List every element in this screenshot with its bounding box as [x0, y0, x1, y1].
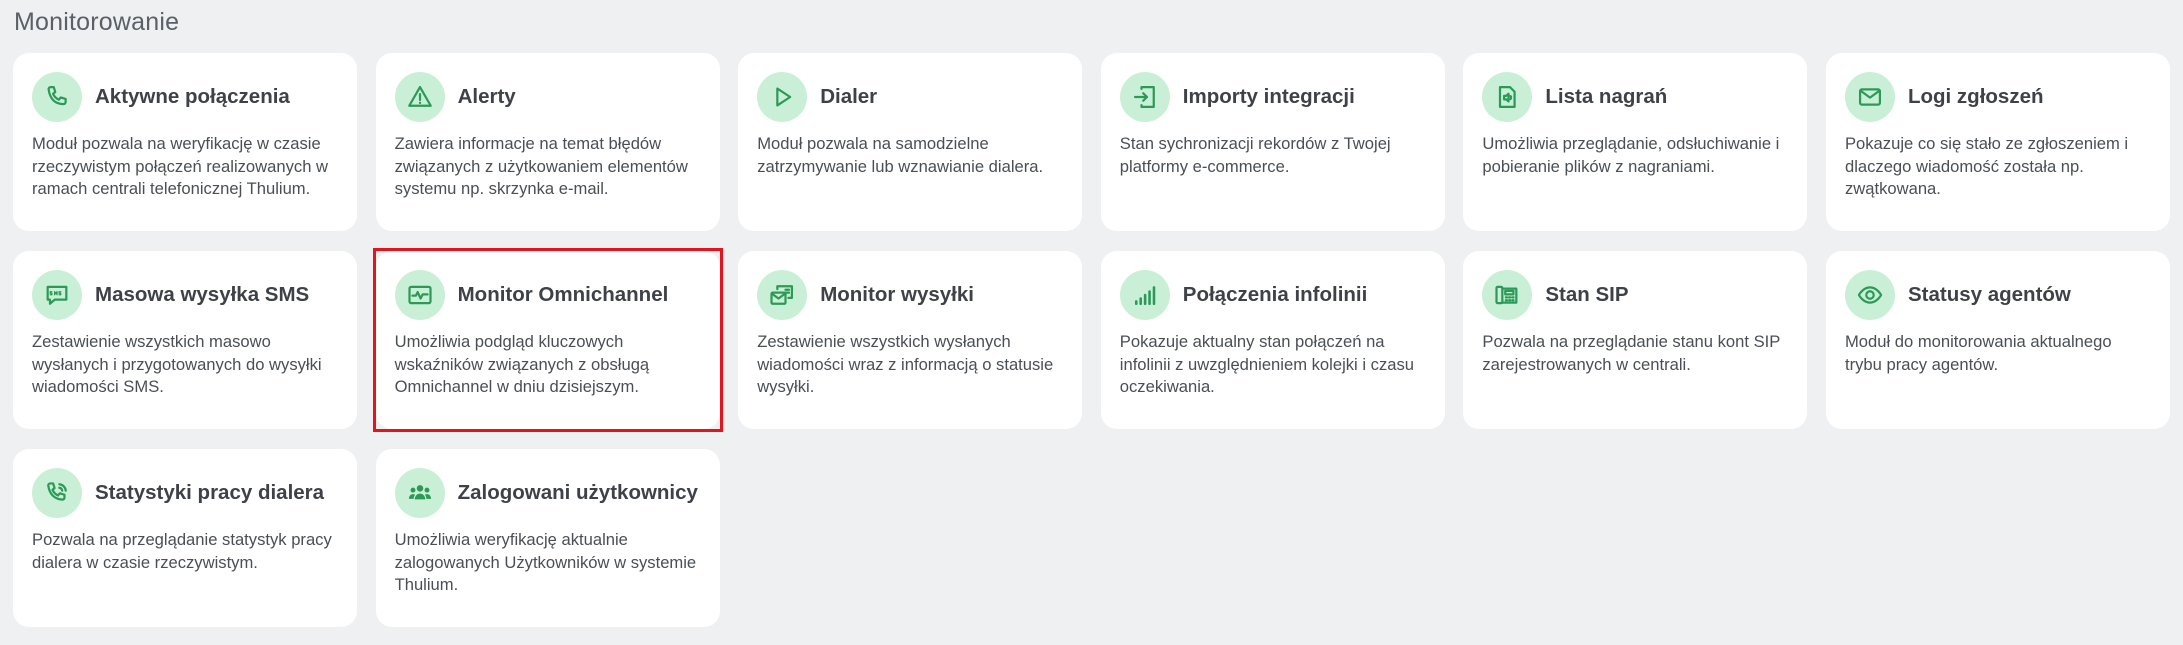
phone-stats-icon [32, 468, 82, 518]
card-title: Monitor Omnichannel [457, 283, 669, 306]
card-description: Zestawienie wszystkich wysłanych wiadomo… [757, 332, 1054, 396]
card-title: Aktywne połączenia [95, 85, 290, 108]
card-description: Moduł do monitorowania aktualnego trybu … [1844, 332, 2112, 374]
card-title: Masowa wysyłka SMS [95, 283, 310, 306]
import-icon [1119, 72, 1170, 122]
card-description: Umożliwia weryfikację aktualnie zalogowa… [394, 530, 697, 594]
card-header: Dialer [757, 72, 1062, 122]
sms-icon [32, 270, 82, 320]
signal-bars-icon [1119, 270, 1170, 320]
card-alerty[interactable]: Alerty Zawiera informacje na temat błędó… [375, 53, 720, 231]
card-dialer[interactable]: Dialer Moduł pozwala na samodzielne zatr… [738, 53, 1083, 231]
card-header: Monitor Omnichannel [394, 270, 700, 320]
activity-monitor-icon [394, 270, 445, 320]
card-description: Umożliwia podgląd kluczowych wskaźników … [394, 332, 650, 396]
card-description: Zawiera informacje na temat błędów związ… [394, 134, 688, 198]
card-header: Zalogowani użytkownicy [394, 468, 700, 518]
card-aktywne-polaczenia[interactable]: Aktywne połączenia Moduł pozwala na wery… [13, 53, 357, 231]
card-zalogowani-uzytkownicy[interactable]: Zalogowani użytkownicy Umożliwia weryfik… [375, 449, 720, 627]
audio-file-icon [1482, 72, 1533, 122]
section-title: Monitorowanie [14, 8, 180, 36]
card-monitor-omnichannel[interactable]: Monitor Omnichannel Umożliwia podgląd kl… [372, 248, 723, 432]
card-header: Lista nagrań [1482, 72, 1787, 122]
card-header: Importy integracji [1119, 72, 1425, 122]
card-title: Importy integracji [1182, 85, 1355, 108]
card-header: Logi zgłoszeń [1844, 72, 2150, 122]
card-description: Pozwala na przeglądanie statystyk pracy … [32, 530, 332, 572]
card-title: Logi zgłoszeń [1907, 85, 2044, 108]
card-description: Zestawienie wszystkich masowo wysłanych … [32, 332, 322, 396]
card-importy-integracji[interactable]: Importy integracji Stan sychronizacji re… [1100, 53, 1445, 231]
card-polaczenia-infolinii[interactable]: Połączenia infolinii Pokazuje aktualny s… [1100, 251, 1445, 429]
users-group-icon [394, 468, 445, 518]
card-header: Masowa wysyłka SMS [32, 270, 337, 320]
card-title: Dialer [820, 85, 878, 108]
card-description: Umożliwia przeglądanie, odsłuchiwanie i … [1482, 134, 1780, 176]
sip-phone-icon [1482, 270, 1533, 320]
card-description: Pozwala na przeglądanie stanu kont SIP z… [1482, 332, 1781, 374]
card-lista-nagran[interactable]: Lista nagrań Umożliwia przeglądanie, ods… [1463, 53, 1808, 231]
card-header: Aktywne połączenia [32, 72, 337, 122]
card-header: Połączenia infolinii [1119, 270, 1425, 320]
card-header: Monitor wysyłki [757, 270, 1062, 320]
alert-triangle-icon [394, 72, 445, 122]
card-description: Moduł pozwala na samodzielne zatrzymywan… [757, 134, 1044, 176]
card-header: Stan SIP [1482, 270, 1787, 320]
card-statusy-agentow[interactable]: Statusy agentów Moduł do monitorowania a… [1825, 251, 2170, 429]
card-header: Statystyki pracy dialera [32, 468, 337, 518]
envelope-icon [1844, 72, 1895, 122]
card-header: Statusy agentów [1844, 270, 2150, 320]
card-monitor-wysylki[interactable]: Monitor wysyłki Zestawienie wszystkich w… [738, 251, 1083, 429]
card-description: Pokazuje aktualny stan połączeń na infol… [1119, 332, 1414, 396]
phone-icon [32, 72, 82, 122]
card-statystyki-pracy-dialera[interactable]: Statystyki pracy dialera Pozwala na prze… [13, 449, 357, 627]
mail-send-icon [757, 270, 808, 320]
eye-icon [1844, 270, 1895, 320]
card-stan-sip[interactable]: Stan SIP Pozwala na przeglądanie stanu k… [1463, 251, 1808, 429]
card-title: Połączenia infolinii [1182, 283, 1368, 306]
card-title: Alerty [457, 85, 516, 108]
module-grid: Aktywne połączenia Moduł pozwala na wery… [13, 53, 2170, 627]
play-icon [757, 72, 808, 122]
card-title: Lista nagrań [1545, 85, 1668, 108]
card-description: Pokazuje co się stało ze zgłoszeniem i d… [1844, 134, 2129, 198]
card-title: Statusy agentów [1907, 283, 2071, 306]
card-header: Alerty [394, 72, 700, 122]
card-title: Statystyki pracy dialera [95, 481, 325, 504]
card-title: Stan SIP [1545, 283, 1629, 306]
card-description: Stan sychronizacji rekordów z Twojej pla… [1119, 134, 1391, 176]
card-title: Zalogowani użytkownicy [457, 481, 698, 504]
card-masowa-wysylka-sms[interactable]: Masowa wysyłka SMS Zestawienie wszystkic… [13, 251, 357, 429]
card-title: Monitor wysyłki [820, 283, 974, 306]
card-description: Moduł pozwala na weryfikację w czasie rz… [32, 134, 329, 198]
card-logi-zgloszen[interactable]: Logi zgłoszeń Pokazuje co się stało ze z… [1825, 53, 2170, 231]
